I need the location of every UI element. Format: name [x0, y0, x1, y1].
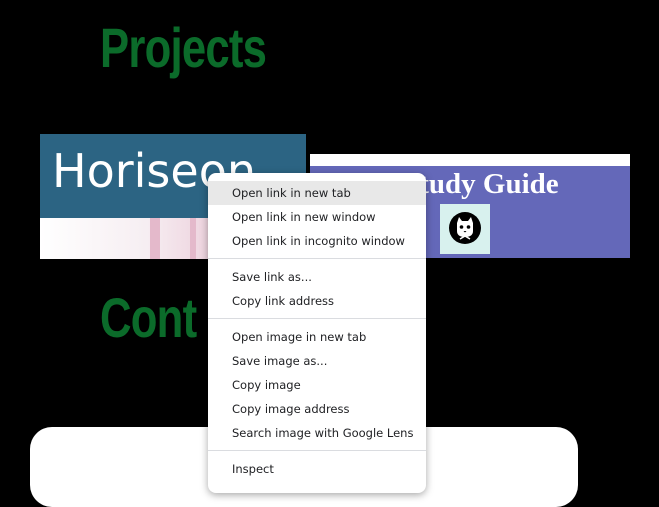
projects-heading: Projects — [100, 16, 267, 79]
menu-item-save-image-as[interactable]: Save image as... — [208, 349, 426, 373]
contact-heading: Cont — [100, 286, 197, 349]
menu-item-open-image-new-tab[interactable]: Open image in new tab — [208, 325, 426, 349]
menu-item-search-image-google-lens[interactable]: Search image with Google Lens — [208, 421, 426, 445]
cat-logo-icon — [440, 204, 490, 254]
menu-item-open-link-incognito[interactable]: Open link in incognito window — [208, 229, 426, 253]
menu-separator — [208, 318, 426, 319]
menu-item-open-link-new-tab[interactable]: Open link in new tab — [208, 181, 426, 205]
menu-item-copy-link-address[interactable]: Copy link address — [208, 289, 426, 313]
menu-separator — [208, 450, 426, 451]
menu-item-save-link-as[interactable]: Save link as... — [208, 265, 426, 289]
menu-item-copy-image[interactable]: Copy image — [208, 373, 426, 397]
menu-item-copy-image-address[interactable]: Copy image address — [208, 397, 426, 421]
menu-separator — [208, 258, 426, 259]
menu-item-open-link-new-window[interactable]: Open link in new window — [208, 205, 426, 229]
context-menu: Open link in new tab Open link in new wi… — [208, 173, 426, 493]
menu-item-inspect[interactable]: Inspect — [208, 457, 426, 481]
